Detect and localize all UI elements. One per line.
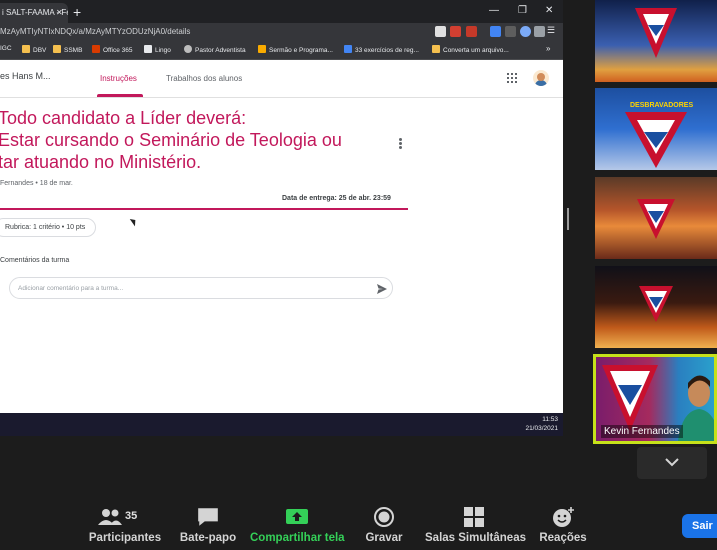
instruction-line: Todo candidato a Líder deverá: xyxy=(0,108,247,128)
bookmark-item[interactable]: Lingo xyxy=(144,45,171,54)
instructions-text: Todo candidato a Líder deverá: Estar cur… xyxy=(0,107,342,173)
extension-icon[interactable] xyxy=(435,26,446,37)
tab-student-work[interactable]: Trabalhos dos alunos xyxy=(166,74,242,83)
participant-name: Kevin Fernandes xyxy=(601,425,683,438)
bookmark-item[interactable]: SSMB xyxy=(53,45,82,54)
leave-meeting-button[interactable]: Sair xyxy=(682,514,717,538)
browser-menu-icon[interactable]: ☰ xyxy=(547,25,555,36)
record-button[interactable]: Gravar xyxy=(362,506,406,546)
puzzle-icon[interactable] xyxy=(534,26,545,37)
bookmarks-bar: IGC DBV SSMB Office 365 Lingo Pastor Adv… xyxy=(0,41,563,60)
extension-icon[interactable] xyxy=(505,26,516,37)
logo-text: DESBRAVADORES xyxy=(630,102,694,109)
pathfinder-logo-icon xyxy=(637,199,675,239)
bookmark-item[interactable]: IGC xyxy=(0,45,12,52)
extension-icon[interactable] xyxy=(490,26,501,37)
classroom-header: es Hans M... Instruções Trabalhos dos al… xyxy=(0,60,563,98)
bookmark-item[interactable]: DBV xyxy=(22,45,46,54)
new-tab-icon[interactable]: + xyxy=(73,3,81,21)
more-options-icon[interactable] xyxy=(398,138,402,150)
classroom-page: es Hans M... Instruções Trabalhos dos al… xyxy=(0,60,563,413)
pathfinder-logo-icon xyxy=(635,8,677,58)
chevron-down-icon xyxy=(665,458,679,467)
window-close-icon[interactable]: ✕ xyxy=(545,5,553,16)
reactions-icon xyxy=(553,507,574,527)
reactions-button[interactable]: Reações xyxy=(537,506,589,546)
gallery-next-button[interactable] xyxy=(637,447,707,479)
due-date: Data de entrega: 25 de abr. 23:59 xyxy=(282,195,391,202)
bookmark-item[interactable]: Pastor Adventista xyxy=(184,45,246,54)
chat-button[interactable]: Bate-papo xyxy=(178,506,238,546)
pathfinder-logo-icon xyxy=(625,112,687,168)
url-text: MzAyMTIyNTIxNDQx/a/MzAyMTYzODUzNjA0/deta… xyxy=(0,27,191,36)
restore-icon[interactable]: ❐ xyxy=(518,5,527,16)
rubric-chip[interactable]: Rubrica: 1 critério • 10 pts xyxy=(0,218,97,237)
tab-instructions[interactable]: Instruções xyxy=(100,74,137,83)
post-meta: Fernandes • 18 de mar. xyxy=(0,180,73,187)
instruction-line: tar atuando no Ministério. xyxy=(0,152,202,172)
split-view-handle[interactable] xyxy=(567,208,569,230)
share-screen-button[interactable]: Compartilhar tela xyxy=(250,506,345,546)
chat-label: Bate-papo xyxy=(179,532,237,544)
bookmark-item[interactable]: 33 exercícios de reg... xyxy=(344,45,419,54)
address-bar[interactable]: MzAyMTIyNTIxNDQx/a/MzAyMTYzODUzNjA0/deta… xyxy=(0,23,563,41)
breakout-rooms-label: Salas Simultâneas xyxy=(425,532,526,544)
record-label: Gravar xyxy=(365,532,403,544)
system-clock: 11:53 21/03/2021 xyxy=(525,416,558,432)
record-icon xyxy=(374,507,394,527)
participant-video[interactable]: DESBRAVADORES xyxy=(595,88,717,170)
shared-screen: i SALT-FAAMA - Fer ✕ + — ❐ ✕ MzAyMTIyNTI… xyxy=(0,0,563,436)
participant-video[interactable] xyxy=(595,0,717,82)
participants-label: Participantes xyxy=(88,532,162,544)
share-screen-label: Compartilhar tela xyxy=(250,532,345,544)
bookmark-item[interactable]: Sermão e Programa... xyxy=(258,45,333,54)
breakout-rooms-icon xyxy=(464,507,484,527)
more-bookmarks-icon[interactable]: » xyxy=(546,44,550,53)
participants-icon xyxy=(98,509,122,525)
breakout-rooms-button[interactable]: Salas Simultâneas xyxy=(425,506,526,546)
tab-close-icon[interactable]: ✕ xyxy=(56,8,63,17)
bookmark-item[interactable]: Converta um arquivo... xyxy=(432,45,509,54)
share-screen-icon xyxy=(286,509,308,524)
active-tab-indicator xyxy=(97,94,143,97)
apps-grid-icon[interactable] xyxy=(507,73,517,83)
mouse-cursor-icon xyxy=(129,216,139,227)
participant-video[interactable] xyxy=(595,266,717,348)
browser-tab-bar: i SALT-FAAMA - Fer ✕ + — ❐ ✕ xyxy=(0,0,563,23)
browser-tab[interactable]: i SALT-FAAMA - Fer ✕ xyxy=(0,3,68,23)
comment-input[interactable] xyxy=(18,281,348,295)
class-comments-label: Comentários da turma xyxy=(0,257,70,264)
participant-count-badge: 35 xyxy=(125,510,138,522)
chat-icon xyxy=(198,508,218,526)
pathfinder-logo-icon xyxy=(639,286,673,322)
meeting-toolbar: Participantes 35 Bate-papo Compartilhar … xyxy=(0,490,717,550)
bookmark-item[interactable]: Office 365 xyxy=(92,45,133,54)
extension-icon[interactable] xyxy=(466,26,477,37)
instruction-line: Estar cursando o Seminário de Teologia o… xyxy=(0,130,342,150)
avatar[interactable] xyxy=(533,70,549,86)
class-title[interactable]: es Hans M... xyxy=(0,71,51,81)
participant-video[interactable] xyxy=(595,177,717,259)
os-taskbar: 11:53 21/03/2021 xyxy=(0,413,563,436)
divider xyxy=(0,208,408,210)
extension-icon[interactable] xyxy=(520,26,531,37)
comment-box[interactable] xyxy=(9,277,393,299)
active-speaker-video[interactable]: Kevin Fernandes xyxy=(593,354,717,444)
extension-icon[interactable] xyxy=(450,26,461,37)
send-icon[interactable] xyxy=(377,284,387,294)
reactions-label: Reações xyxy=(539,532,587,544)
minimize-icon[interactable]: — xyxy=(489,5,499,16)
